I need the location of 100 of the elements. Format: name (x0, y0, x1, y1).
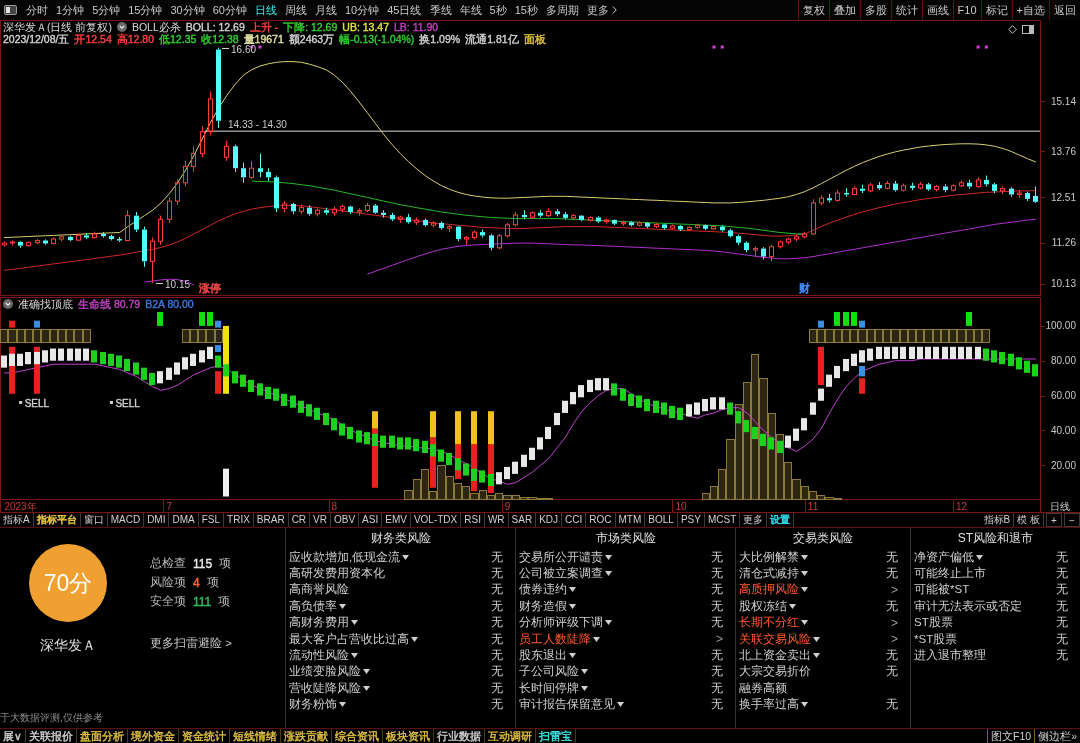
period-tab[interactable]: 周线 (281, 0, 311, 20)
risk-item-label[interactable]: 净资产偏低 (914, 549, 974, 565)
risk-item-label[interactable]: 清仓式减持 (739, 566, 799, 582)
indicator-tab[interactable]: MTM (615, 513, 646, 527)
indicator-tab[interactable]: 指标平台 (33, 513, 81, 527)
caret-icon[interactable] (789, 603, 796, 609)
period-tab[interactable]: 多周期 (541, 0, 583, 20)
caret-icon[interactable] (411, 636, 418, 642)
period-tab[interactable]: 季线 (425, 0, 456, 20)
bottom-tab[interactable]: 展∨ (0, 729, 26, 743)
risk-item-label[interactable]: 子公司风险 (519, 664, 579, 680)
risk-item-label[interactable]: 财务粉饰 (289, 697, 337, 713)
indicator-tab[interactable]: KDJ (536, 513, 563, 527)
risk-item-label[interactable]: 换手率过高 (739, 697, 799, 713)
indicator-tab[interactable]: 设置 (767, 513, 795, 527)
caret-icon[interactable] (801, 587, 808, 593)
caret-icon[interactable] (801, 554, 808, 560)
caret-icon[interactable] (801, 702, 808, 708)
risk-item-label[interactable]: 债券违约 (519, 582, 567, 598)
indicator-tab[interactable]: EMV (382, 513, 411, 527)
indicator-tab[interactable]: 模 板 (1014, 513, 1044, 527)
risk-item-label[interactable]: 北上资金卖出 (739, 648, 811, 664)
caret-icon[interactable] (801, 620, 808, 626)
risk-item-label[interactable]: ST股票 (914, 615, 953, 631)
risk-item-label[interactable]: 关联交易风险 (739, 631, 811, 647)
period-tab[interactable]: 5分钟 (88, 0, 125, 20)
risk-item-label[interactable]: 高质押风险 (739, 582, 799, 598)
bottom-tab[interactable]: 互动调研 (484, 729, 536, 743)
indicator-tab[interactable]: TRIX (224, 513, 254, 527)
caret-icon[interactable] (605, 620, 612, 626)
indicator-tab[interactable]: 更多 (740, 513, 768, 527)
panel-icon[interactable] (4, 5, 17, 15)
period-tab[interactable]: 15秒 (510, 0, 542, 20)
risk-item-label[interactable]: 融券高额 (739, 680, 787, 696)
risk-item-label[interactable]: 大比例解禁 (739, 549, 799, 565)
caret-icon[interactable] (617, 702, 624, 708)
risk-item-label[interactable]: 高研发费用资本化 (289, 566, 385, 582)
risk-item-label[interactable]: 股权冻结 (739, 598, 787, 614)
toolbar-button[interactable]: 复权 (797, 0, 829, 20)
risk-item-label[interactable]: 分析师评级下调 (519, 615, 603, 631)
risk-item-label[interactable]: 可能终止上市 (914, 566, 986, 582)
caret-icon[interactable] (976, 554, 983, 560)
indicator-tab[interactable]: MCST (704, 513, 741, 527)
bottom-tab[interactable]: 境外资金 (127, 729, 179, 743)
bottom-tab[interactable]: 扫雷宝 (535, 729, 576, 743)
indicator-tab[interactable]: WR (484, 513, 509, 527)
more-button[interactable]: 更多 (582, 0, 621, 20)
toolbar-button[interactable]: 多股 (859, 0, 891, 20)
risk-item-label[interactable]: 营收陡降风险 (289, 680, 361, 696)
risk-item-label[interactable]: 公司被立案调查 (519, 566, 603, 582)
indicator-tab[interactable]: PSY (677, 513, 705, 527)
period-tab[interactable]: 年线 (455, 0, 486, 20)
toolbar-button[interactable]: 统计 (890, 0, 922, 20)
caret-icon[interactable] (402, 554, 410, 560)
indicator-tab[interactable]: 指标A (0, 513, 34, 527)
indicator-tab[interactable]: CR (288, 513, 311, 527)
bottom-tab[interactable]: 盘面分析 (76, 729, 128, 743)
caret-icon[interactable] (339, 702, 346, 708)
risk-item-label[interactable]: 交易所公开谴责 (519, 549, 603, 565)
panel-icon[interactable] (1022, 25, 1034, 34)
caret-icon[interactable] (605, 554, 612, 560)
indicator-tab[interactable]: FSL (198, 513, 225, 527)
indicator-tab[interactable]: VR (310, 513, 331, 527)
indicator-tab[interactable]: SAR (508, 513, 537, 527)
period-tab[interactable]: 月线 (311, 0, 341, 20)
risk-item-label[interactable]: *ST股票 (914, 631, 958, 647)
toolbar-button[interactable]: 叠加 (828, 0, 860, 20)
small-button[interactable]: − (1064, 513, 1080, 527)
risk-item-label[interactable]: 长时间停牌 (519, 680, 579, 696)
caret-icon[interactable] (813, 653, 820, 659)
risk-item-label[interactable]: 审计报告保留意见 (519, 697, 615, 713)
indicator-tab[interactable]: ROC (586, 513, 616, 527)
risk-item-label[interactable]: 高财务费用 (289, 615, 349, 631)
indicator-tab[interactable]: VOL-TDX (410, 513, 462, 527)
more-link[interactable]: 更多扫雷避险 > (150, 636, 232, 651)
bottom-tab[interactable]: 综合资讯 (331, 729, 383, 743)
toolbar-button[interactable]: +自选 (1011, 0, 1049, 20)
diamond-icon[interactable] (1008, 25, 1017, 34)
caret-icon[interactable] (593, 636, 600, 642)
period-tab[interactable]: 1分钟 (52, 0, 89, 20)
bottom-tab[interactable]: 板块资讯 (382, 729, 434, 743)
indicator-tab[interactable]: 指标B (980, 513, 1015, 527)
toolbar-button[interactable]: 画线 (921, 0, 953, 20)
period-tab[interactable]: 15分钟 (124, 0, 167, 20)
indicator-tab[interactable]: CCI (562, 513, 587, 527)
risk-item-label[interactable]: 高商誉风险 (289, 582, 349, 598)
risk-item-label[interactable]: 长期不分红 (739, 615, 799, 631)
period-tab[interactable]: 30分钟 (166, 0, 209, 20)
indicator-tab[interactable]: MACD (107, 513, 145, 527)
caret-icon[interactable] (351, 653, 358, 659)
bottom-tab[interactable]: 关联报价 (25, 729, 77, 743)
bottom-tab[interactable]: 涨跌贡献 (280, 729, 332, 743)
caret-icon[interactable] (569, 653, 576, 659)
period-tab[interactable]: 分时 (22, 0, 52, 20)
period-tab[interactable]: 45日线 (383, 0, 426, 20)
indicator-tab[interactable]: RSI (461, 513, 485, 527)
risk-item-label[interactable]: 最大客户占营收比过高 (289, 631, 409, 647)
risk-item-label[interactable]: 审计无法表示或否定 (914, 598, 1022, 614)
chevron-circle-icon[interactable] (116, 22, 127, 32)
caret-icon[interactable] (339, 603, 346, 609)
